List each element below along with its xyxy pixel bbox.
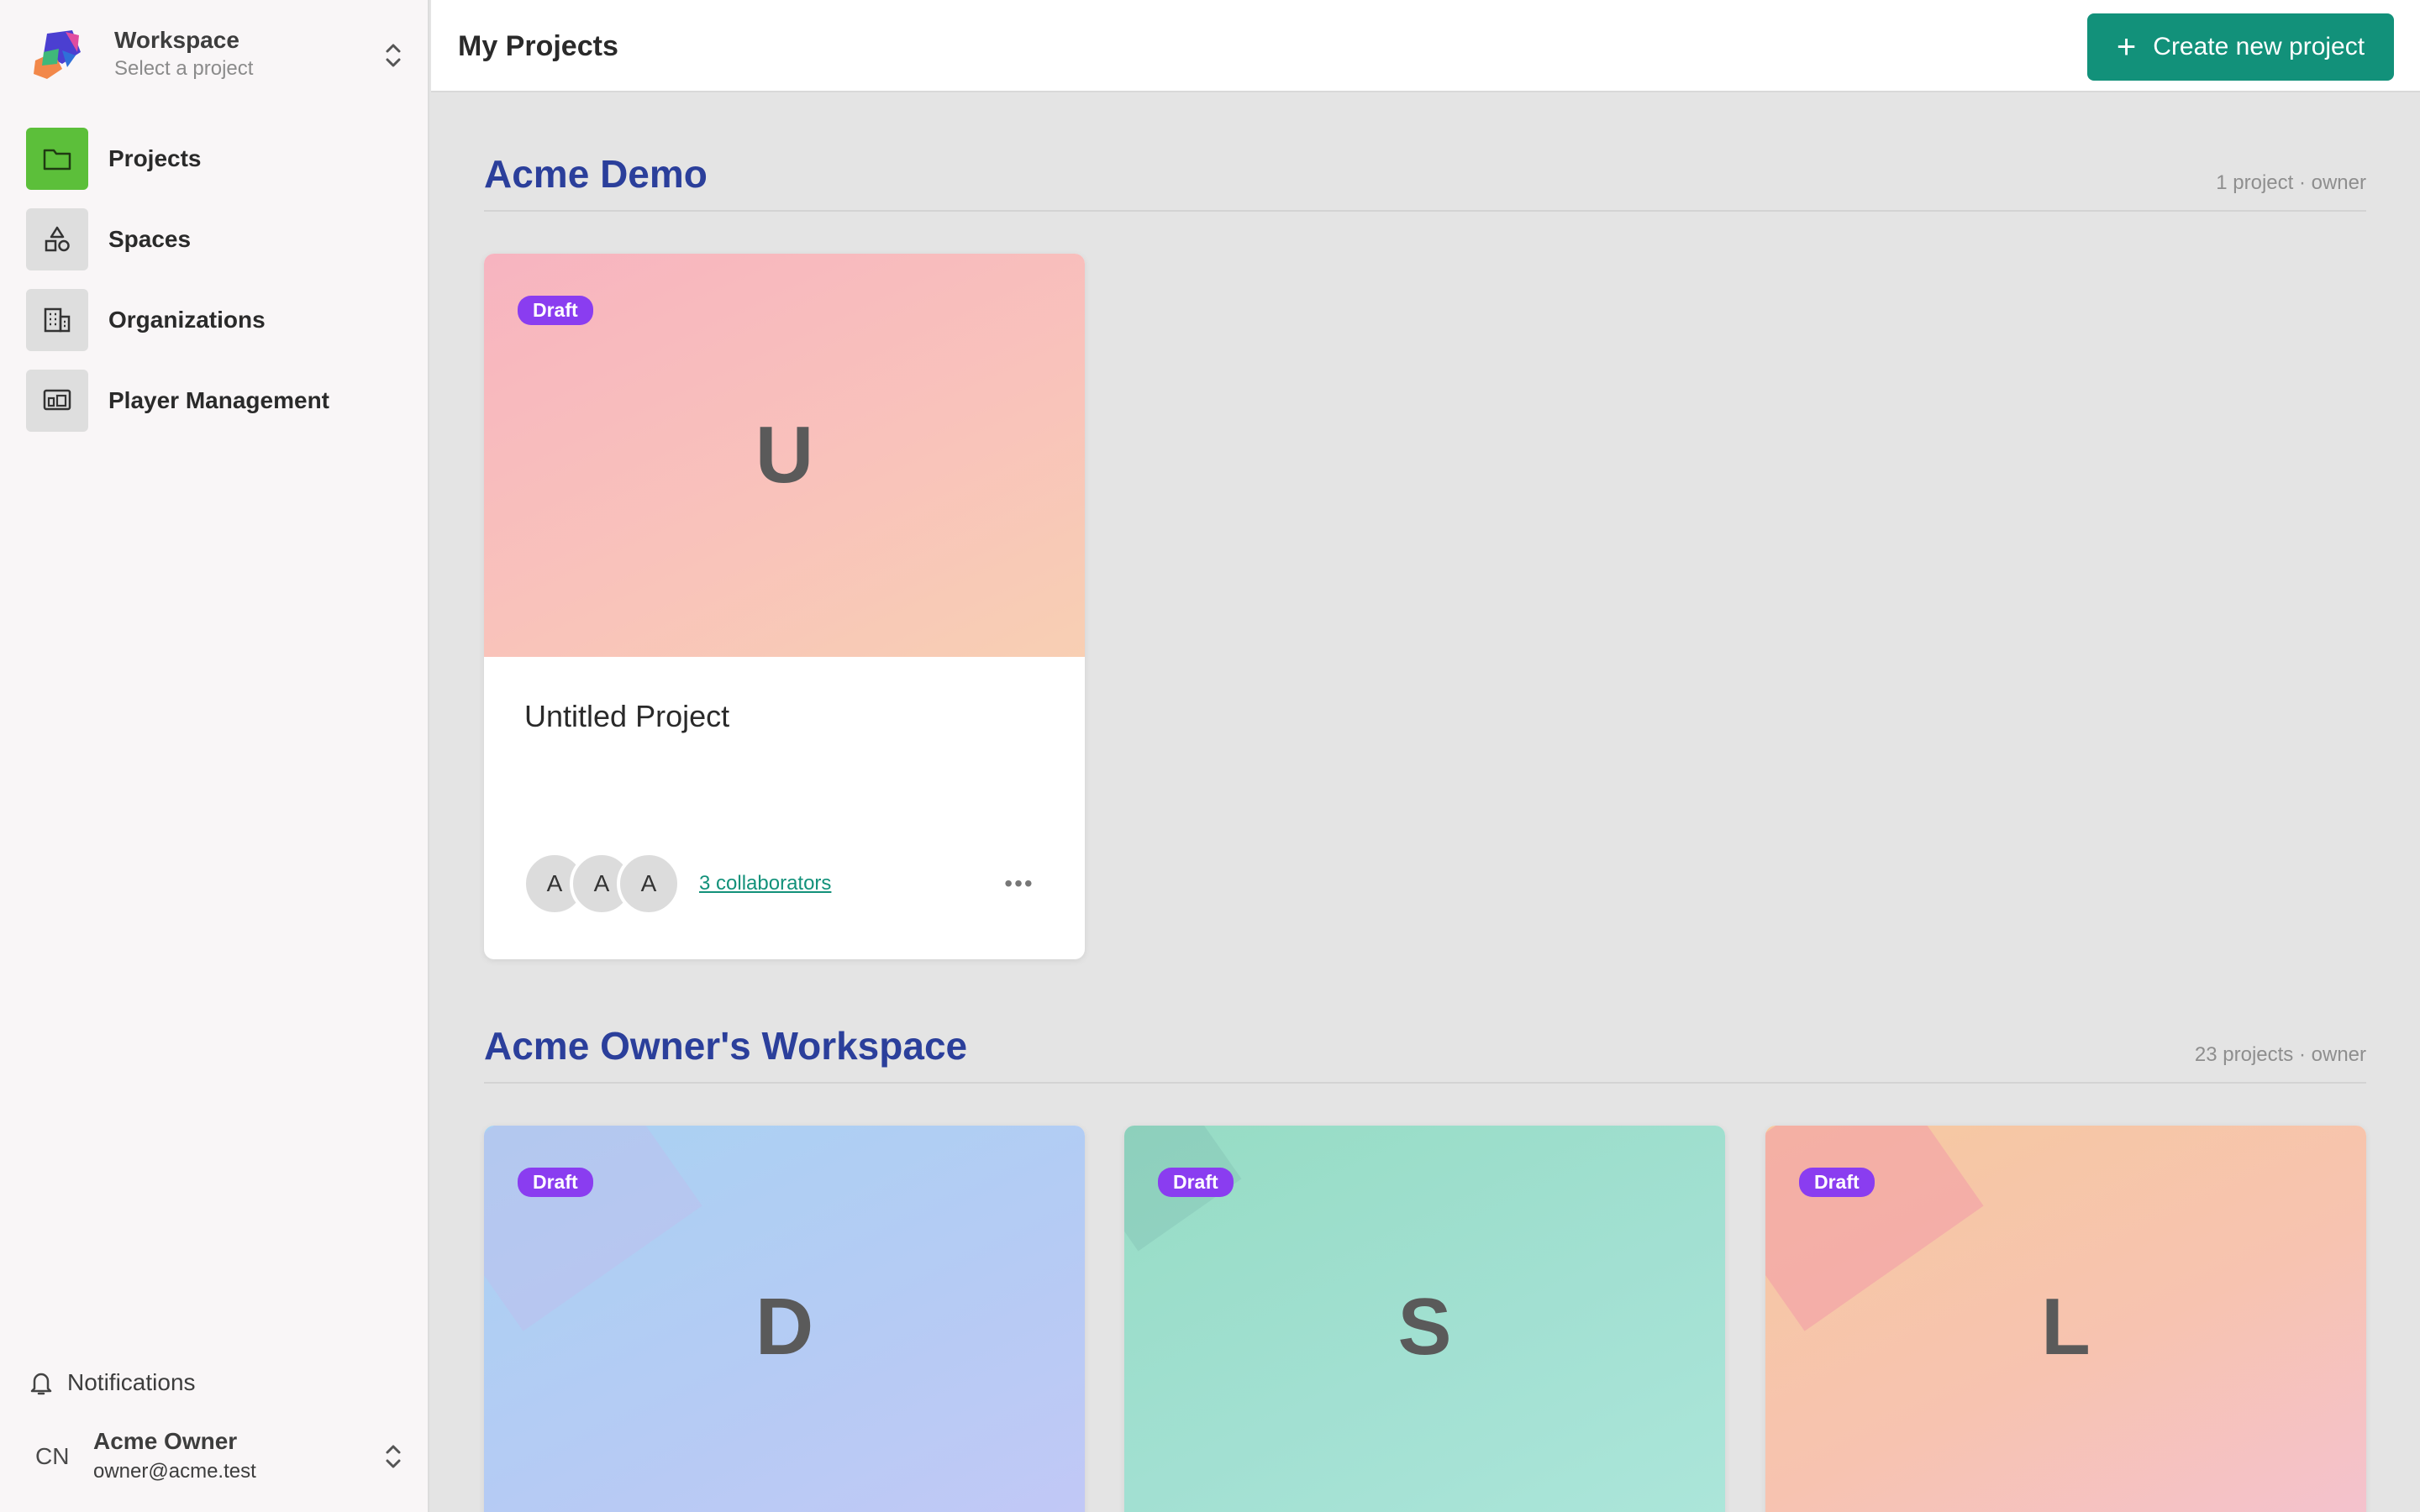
avatar: A	[617, 852, 681, 916]
section-meta: 1 project · owner	[2216, 171, 2366, 194]
workspace-subtitle: Select a project	[114, 57, 254, 80]
user-email: owner@acme.test	[93, 1460, 256, 1483]
status-badge: Draft	[1158, 1168, 1234, 1197]
project-card[interactable]: L Draft	[1765, 1126, 2366, 1512]
project-card[interactable]: U Draft Untitled Project A A A 3 collabo…	[484, 254, 1085, 959]
create-project-label: Create new project	[2153, 33, 2365, 60]
sidebar-item-organizations[interactable]: Organizations	[26, 289, 404, 351]
status-badge: Draft	[1799, 1168, 1875, 1197]
workspace-title: Workspace	[114, 27, 239, 53]
more-options-icon[interactable]: •••	[998, 869, 1040, 899]
user-name: Acme Owner	[93, 1428, 238, 1454]
collaborator-avatars[interactable]: A A A	[523, 852, 691, 916]
bell-icon	[30, 1373, 52, 1395]
sidebar-nav: Projects Spaces Organizations Player Man…	[26, 128, 404, 450]
collaborators-link[interactable]: 3 collaborators	[699, 872, 831, 895]
sidebar-item-projects[interactable]: Projects	[26, 128, 404, 190]
section-meta: 23 projects · owner	[2194, 1043, 2366, 1066]
chevron-up-down-icon[interactable]	[380, 39, 407, 72]
workspace-switcher[interactable]: Workspace Select a project	[29, 24, 407, 87]
section-header: Acme Demo 1 project · owner	[484, 143, 2366, 212]
section-title[interactable]: Acme Demo	[484, 151, 708, 197]
status-badge: Draft	[518, 1168, 593, 1197]
section-title[interactable]: Acme Owner's Workspace	[484, 1023, 967, 1068]
sidebar-item-player-management[interactable]: Player Management	[26, 370, 404, 432]
create-project-button[interactable]: + Create new project	[2087, 13, 2394, 81]
sidebar-item-label: Projects	[108, 145, 202, 171]
project-thumbnail[interactable]: D Draft	[484, 1126, 1085, 1512]
status-badge: Draft	[518, 296, 593, 325]
top-bar: My Projects + Create new project	[431, 0, 2420, 92]
plus-icon: +	[2116, 29, 2137, 66]
project-title[interactable]: Untitled Project	[524, 699, 729, 734]
shapes-icon	[26, 208, 88, 270]
section-header: Acme Owner's Workspace 23 projects · own…	[484, 1015, 2366, 1084]
notifications-link[interactable]: Notifications	[29, 1366, 196, 1399]
sidebar-item-spaces[interactable]: Spaces	[26, 208, 404, 270]
sidebar-item-label: Player Management	[108, 387, 329, 413]
project-thumbnail[interactable]: U Draft	[484, 254, 1085, 657]
chevron-up-down-icon[interactable]	[380, 1440, 407, 1473]
folder-icon	[26, 128, 88, 190]
avatar: CN	[35, 1443, 70, 1469]
player-icon	[26, 370, 88, 432]
page-title: My Projects	[458, 30, 618, 62]
sidebar-item-label: Spaces	[108, 226, 192, 252]
project-card[interactable]: S Draft	[1124, 1126, 1725, 1512]
project-thumbnail[interactable]: L Draft	[1765, 1126, 2366, 1512]
sidebar-item-label: Organizations	[108, 307, 266, 333]
project-thumbnail[interactable]: S Draft	[1124, 1126, 1725, 1512]
project-card[interactable]: D Draft	[484, 1126, 1085, 1512]
building-icon	[26, 289, 88, 351]
workspace-logo-icon	[34, 30, 81, 79]
notifications-label: Notifications	[67, 1369, 196, 1395]
project-card-body: Untitled Project A A A 3 collaborators •…	[484, 657, 1085, 959]
user-menu[interactable]: CN Acme Owner owner@acme.test	[29, 1428, 407, 1487]
sidebar: Workspace Select a project Projects Spac…	[0, 0, 429, 1512]
